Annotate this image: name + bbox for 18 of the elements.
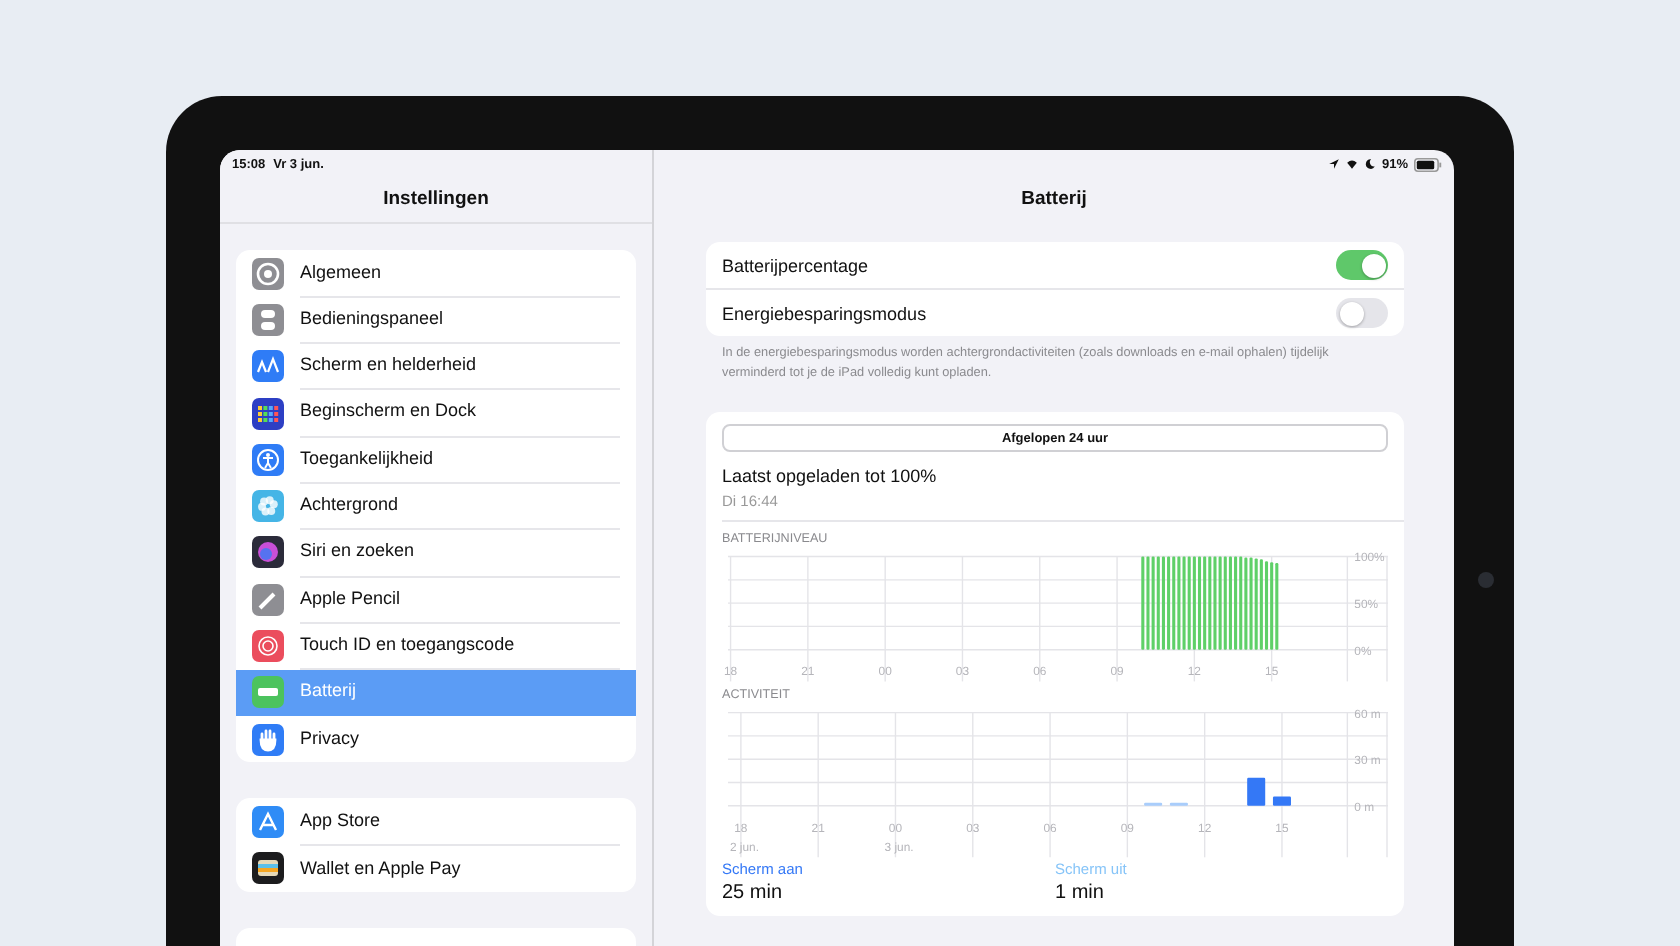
sidebar-title: Instellingen	[220, 178, 652, 224]
sidebar-item[interactable]: Wallet en Apple Pay	[236, 845, 636, 892]
sidebar-item[interactable]: Toegankelijkheid	[236, 436, 636, 483]
page-title: Batterij	[1019, 186, 1089, 214]
sidebar-item[interactable]: Siri en zoeken	[236, 529, 636, 577]
sidebar-item[interactable]: Beginscherm en Dock	[236, 389, 636, 437]
setting-label: Energiebesparingsmodus	[722, 303, 927, 323]
sidebar-item[interactable]: Achtergrond	[236, 482, 636, 530]
sidebar-item[interactable]: App Store	[236, 798, 636, 846]
last-charged-label: Laatst opgeladen tot 100%	[722, 466, 939, 486]
setting-label: Batterijpercentage	[722, 255, 869, 275]
summary-value: 1 min	[1055, 881, 1106, 903]
summary-value: 25 min	[722, 881, 785, 903]
sidebar-item[interactable]: Algemeen	[236, 250, 636, 297]
sidebar-item[interactable]: Scherm en helderheid	[236, 343, 636, 390]
sidebar-item[interactable]: Apple Pencil	[236, 576, 636, 623]
sidebar-item[interactable]: Privacy	[236, 715, 636, 763]
sidebar-item[interactable]: Bedieningspaneel	[236, 296, 636, 344]
